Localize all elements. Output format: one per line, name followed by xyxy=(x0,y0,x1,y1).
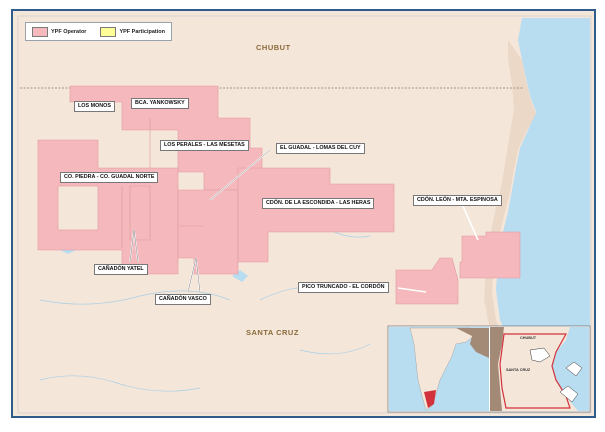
area-label-los-monos: LOS MONOS xyxy=(74,101,115,112)
map-frame xyxy=(0,0,605,427)
map-canvas xyxy=(11,9,596,418)
inset-label-chubut: CHUBUT xyxy=(520,336,537,340)
area-label-co-piedra: CO. PIEDRA - CO. GUADAL NORTE xyxy=(60,172,159,183)
legend-swatch-operator xyxy=(32,26,48,37)
legend-label-operator: YPF Operator xyxy=(51,28,87,35)
legend-swatch-participation xyxy=(100,26,117,37)
region-name-santa-cruz: SANTA CRUZ xyxy=(246,328,299,337)
legend: YPF Operator YPF Participation xyxy=(25,22,172,41)
area-cdon-leon xyxy=(459,231,521,279)
area-label-el-guadal: EL GUADAL - LOMAS DEL CUY xyxy=(276,143,365,154)
region-name-chubut: CHUBUT xyxy=(256,43,291,52)
legend-item-participation: YPF Participation xyxy=(100,26,165,37)
area-label-canadon-yatel: CAÑADÓN YATEL xyxy=(94,264,148,275)
legend-item-operator: YPF Operator xyxy=(32,26,87,37)
area-gap xyxy=(57,185,99,231)
area-label-cdon-leon: CDÓN. LEÓN - MTA. ESPINOSA xyxy=(413,195,502,206)
area-label-pico-truncado: PICO TRUNCADO - EL CORDÓN xyxy=(298,282,389,293)
area-label-cdon-escondida: CDÓN. DE LA ESCONDIDA - LAS HERAS xyxy=(262,198,375,209)
area-label-bca-yankowsky: BCA. YANKOWSKY xyxy=(131,98,189,109)
area-label-los-perales: LOS PERALES - LAS MESETAS xyxy=(160,140,249,151)
area-label-canadon-vasco: CAÑADÓN VASCO xyxy=(155,294,211,305)
legend-label-participation: YPF Participation xyxy=(119,28,165,35)
inset-label-santa-cruz: SANTA CRUZ xyxy=(506,368,531,372)
